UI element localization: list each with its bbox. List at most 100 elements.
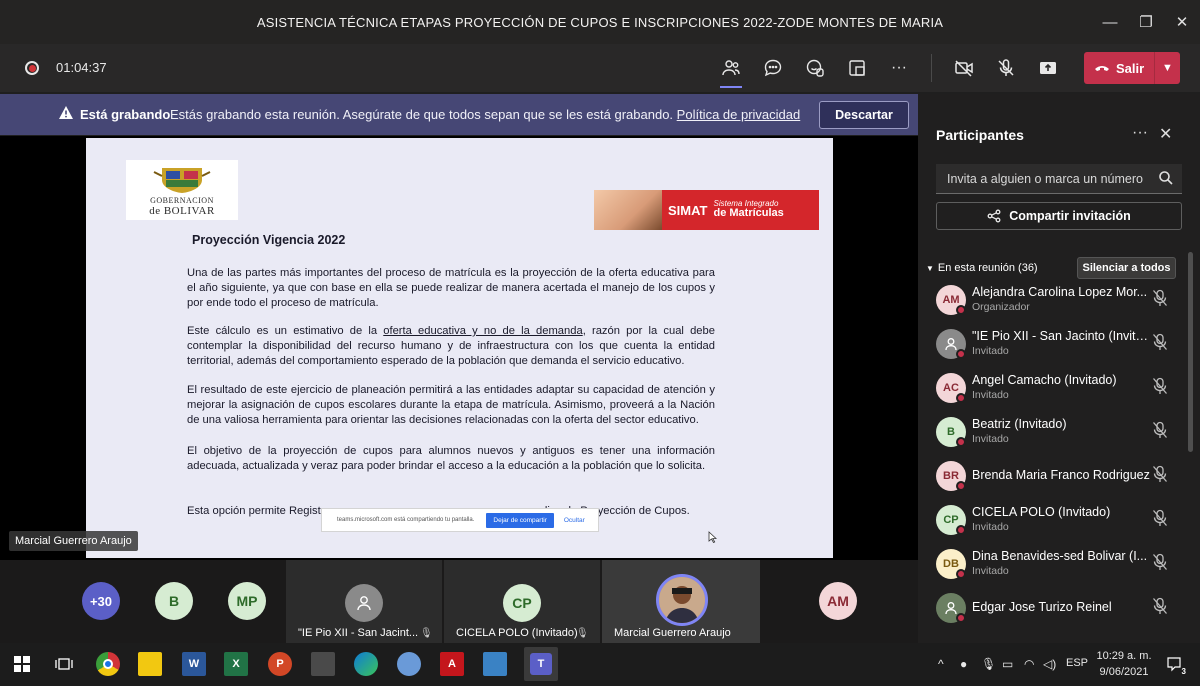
excel-icon[interactable]: X xyxy=(224,652,248,676)
presence-status-icon xyxy=(956,613,966,623)
maximize-button[interactable]: ❐ xyxy=(1128,0,1164,44)
task-view-button[interactable] xyxy=(52,652,76,676)
close-window-button[interactable]: ✕ xyxy=(1164,0,1200,44)
slide-paragraph-2: Este cálculo es un estimativo de la ofer… xyxy=(187,324,715,369)
slide-title: Proyección Vigencia 2022 xyxy=(192,233,346,247)
mic-off-icon[interactable] xyxy=(1152,289,1168,307)
video-tile-ie-pio[interactable]: "IE Pio XII - San Jacint... 🎙 xyxy=(286,560,442,643)
participant-name: Edgar Jose Turizo Reinel xyxy=(972,600,1112,614)
tile-name: "IE Pio XII - San Jacint... xyxy=(298,627,419,639)
notification-center-button[interactable]: 3 xyxy=(1162,652,1186,676)
mic-off-icon[interactable] xyxy=(1152,421,1168,439)
start-button[interactable] xyxy=(10,652,34,676)
screen-sharing-bar: teams.microsoft.com está compartiendo tu… xyxy=(321,508,599,532)
tray-wifi-icon[interactable]: ◠ xyxy=(1024,657,1034,671)
tray-mic-icon[interactable]: 🎙 xyxy=(981,657,996,671)
mic-off-icon[interactable] xyxy=(1152,377,1168,395)
clock-date: 9/06/2021 xyxy=(1099,666,1149,678)
presence-status-icon xyxy=(956,437,966,447)
share-invite-button[interactable]: Compartir invitación xyxy=(936,202,1182,230)
recording-indicator-icon xyxy=(25,61,39,75)
mic-toggle-button[interactable] xyxy=(993,56,1019,80)
chrome-icon[interactable] xyxy=(96,652,120,676)
in-meeting-section-toggle[interactable]: ▼ En esta reunión (36) xyxy=(926,262,1038,274)
person-photo-icon xyxy=(659,577,705,623)
notification-icon xyxy=(1167,657,1181,672)
dismiss-button[interactable]: Descartar xyxy=(819,101,909,129)
meeting-timer: 01:04:37 xyxy=(56,60,107,75)
more-participants-button[interactable]: +30 xyxy=(82,582,120,620)
window-controls: — ❐ ✕ xyxy=(1092,0,1200,44)
rooms-button[interactable] xyxy=(844,56,870,80)
person-icon xyxy=(357,596,371,611)
mic-off-icon[interactable] xyxy=(1152,509,1168,527)
panel-scrollbar[interactable] xyxy=(1188,252,1193,452)
coat-of-arms-icon xyxy=(153,167,211,193)
participant-row[interactable]: Edgar Jose Turizo Reinel xyxy=(936,591,1176,631)
participant-row[interactable]: AM Alejandra Carolina Lopez Mor... Organiz… xyxy=(936,283,1176,323)
avatar-am: AM xyxy=(819,582,857,620)
leave-main[interactable]: Salir xyxy=(1084,52,1154,84)
mic-off-icon[interactable] xyxy=(1152,597,1168,615)
phone-hangup-icon xyxy=(1095,66,1109,71)
tray-volume-icon[interactable]: ◁) xyxy=(1043,657,1056,671)
mic-off-icon[interactable] xyxy=(1152,553,1168,571)
mic-off-icon: 🎙 xyxy=(420,628,433,639)
chevron-down-icon: ▼ xyxy=(926,263,934,273)
calculator-icon[interactable] xyxy=(311,652,335,676)
panel-close-button[interactable]: ✕ xyxy=(1159,124,1172,144)
participant-gallery: +30 B MP "IE Pio XII - San Jacint... 🎙 C… xyxy=(0,560,918,643)
hide-sharing-bar-button[interactable]: Ocultar xyxy=(564,517,585,524)
participants-button[interactable] xyxy=(718,56,744,80)
more-actions-button[interactable]: ··· xyxy=(886,56,912,80)
leave-options-chevron-icon[interactable]: ▼ xyxy=(1154,52,1180,84)
stop-sharing-button[interactable]: Dejar de compartir xyxy=(486,512,554,528)
minimize-button[interactable]: — xyxy=(1092,0,1128,44)
tray-chevron-icon[interactable]: ^ xyxy=(938,657,944,671)
leave-button[interactable]: Salir ▼ xyxy=(1084,52,1180,84)
participant-row[interactable]: B Beatriz (Invitado) Invitado xyxy=(936,415,1176,455)
edge-icon[interactable] xyxy=(354,652,378,676)
tray-network-icon[interactable]: ▭ xyxy=(1002,657,1013,671)
taskbar-clock[interactable]: 10:29 a. m. 9/06/2021 xyxy=(1092,648,1156,680)
mute-all-button[interactable]: Silenciar a todos xyxy=(1077,257,1176,279)
participant-row[interactable]: "IE Pio XII - San Jacinto (Invita... Invi… xyxy=(936,327,1176,367)
chat-button[interactable] xyxy=(760,56,786,80)
invite-search-input[interactable]: Invita a alguien o marca un número xyxy=(936,164,1182,194)
invite-placeholder: Invita a alguien o marca un número xyxy=(947,171,1143,186)
tray-language[interactable]: ESP xyxy=(1066,657,1088,669)
presence-status-icon xyxy=(956,305,966,315)
windows-taskbar: W X P A T ^ ● 🎙 ▭ ◠ ◁) ESP 10:29 a. m. 9… xyxy=(0,643,1200,686)
video-tile-presenter[interactable]: Marcial Guerrero Araujo xyxy=(602,560,760,643)
paint-icon[interactable] xyxy=(397,652,421,676)
participant-name: Dina Benavides-sed Bolivar (I... xyxy=(972,549,1148,563)
participant-row[interactable]: DB Dina Benavides-sed Bolivar (I... Invita… xyxy=(936,547,1176,587)
photos-icon[interactable] xyxy=(483,652,507,676)
camera-toggle-button[interactable] xyxy=(951,56,977,80)
privacy-policy-link[interactable]: Política de privacidad xyxy=(677,107,801,122)
simat-sub2: de Matrículas xyxy=(713,207,784,220)
participant-row[interactable]: AC Angel Camacho (Invitado) Invitado xyxy=(936,371,1176,411)
presenter-photo xyxy=(656,574,708,626)
banner-title: Está grabando xyxy=(80,107,171,122)
participant-name: CICELA POLO (Invitado) xyxy=(972,505,1111,519)
video-tile-cicela[interactable]: CP CICELA POLO (Invitado) 🎙 xyxy=(444,560,600,643)
file-explorer-icon[interactable] xyxy=(138,652,162,676)
mic-off-icon xyxy=(998,59,1014,76)
participant-row[interactable]: BR Brenda Maria Franco Rodriguez xyxy=(936,459,1176,499)
mic-off-icon[interactable] xyxy=(1152,465,1168,483)
avatar-mp: MP xyxy=(228,582,266,620)
teams-taskbar-button[interactable]: T xyxy=(524,647,558,681)
word-icon[interactable]: W xyxy=(182,652,206,676)
leave-label: Salir xyxy=(1116,60,1145,76)
tray-teams-icon[interactable]: ● xyxy=(960,657,967,671)
reactions-button[interactable] xyxy=(802,56,828,80)
participant-row[interactable]: CP CICELA POLO (Invitado) Invitado xyxy=(936,503,1176,543)
share-screen-button[interactable] xyxy=(1035,56,1061,80)
mic-off-icon[interactable] xyxy=(1152,333,1168,351)
acrobat-icon[interactable]: A xyxy=(440,652,464,676)
camera-off-icon xyxy=(955,60,973,77)
participant-role: Invitado xyxy=(972,521,1009,533)
panel-more-button[interactable]: ··· xyxy=(1132,124,1148,142)
powerpoint-icon[interactable]: P xyxy=(268,652,292,676)
